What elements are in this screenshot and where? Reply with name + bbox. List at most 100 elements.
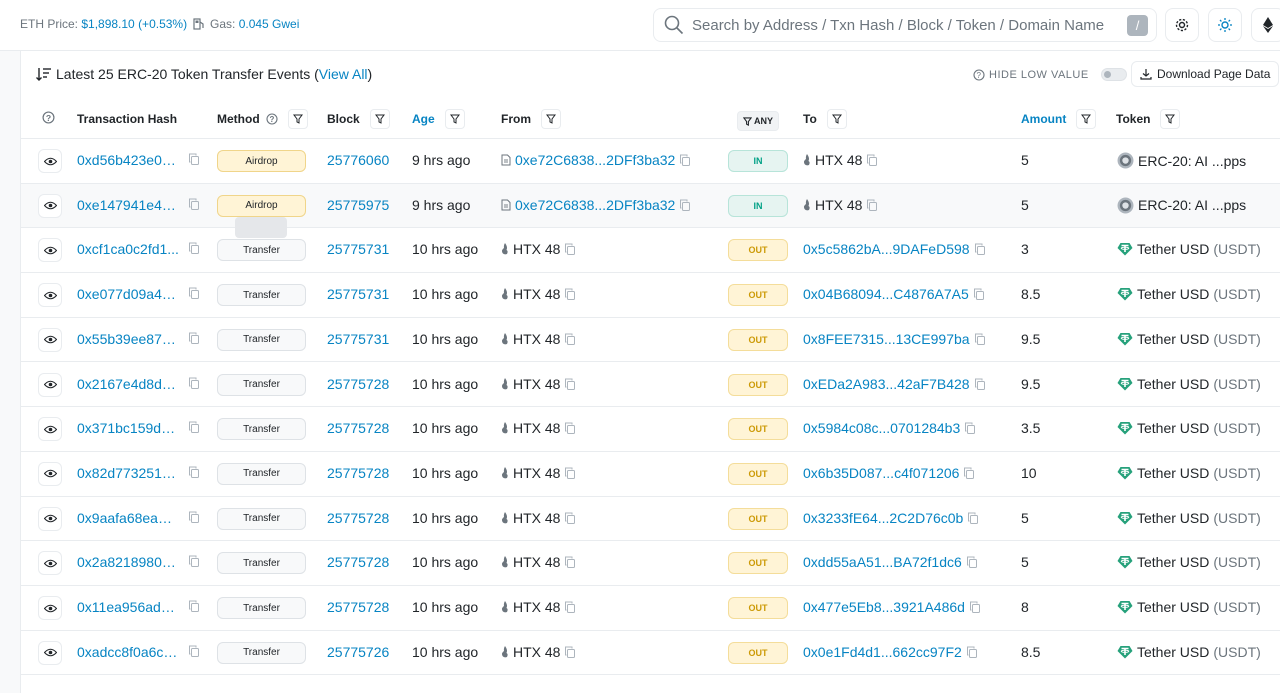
copy-icon[interactable] bbox=[564, 333, 576, 345]
copy-icon[interactable] bbox=[188, 242, 200, 255]
block-number[interactable]: 25775728 bbox=[327, 599, 389, 615]
to-address[interactable]: 0x8FEE7315...13CE997ba bbox=[803, 331, 970, 347]
to-filter-button[interactable] bbox=[826, 109, 847, 129]
copy-icon[interactable] bbox=[564, 288, 576, 301]
from-address[interactable]: HTX 48 bbox=[513, 286, 560, 302]
copy-icon[interactable] bbox=[967, 512, 979, 524]
copy-icon[interactable] bbox=[679, 154, 691, 166]
transaction-hash[interactable]: 0x9aafa68ea3e... bbox=[77, 510, 179, 526]
view-details-button[interactable] bbox=[38, 640, 62, 665]
to-address[interactable]: 0x5984c08c...0701284b3 bbox=[803, 420, 960, 436]
view-details-button[interactable] bbox=[38, 327, 62, 352]
view-details-button[interactable] bbox=[38, 372, 62, 397]
token-name[interactable]: Tether USD bbox=[1137, 286, 1209, 302]
copy-icon[interactable] bbox=[969, 601, 981, 613]
from-address[interactable]: HTX 48 bbox=[513, 510, 560, 526]
direction-filter-button[interactable]: ANY bbox=[737, 111, 780, 131]
transaction-hash[interactable]: 0x2a8218980e... bbox=[77, 554, 179, 570]
copy-icon[interactable] bbox=[974, 378, 986, 390]
token-name[interactable]: Tether USD bbox=[1137, 554, 1209, 570]
from-address[interactable]: HTX 48 bbox=[513, 376, 560, 392]
transaction-hash[interactable]: 0x11ea956ad9... bbox=[77, 599, 179, 615]
block-number[interactable]: 25775728 bbox=[327, 554, 389, 570]
age-filter-button[interactable] bbox=[444, 109, 465, 129]
copy-icon[interactable] bbox=[564, 467, 576, 479]
to-address[interactable]: 0x5c5862bA...9DAFeD598 bbox=[803, 241, 970, 257]
view-details-button[interactable] bbox=[38, 506, 62, 531]
token-name[interactable]: Tether USD bbox=[1137, 420, 1209, 436]
from-address[interactable]: HTX 48 bbox=[513, 599, 560, 615]
from-address[interactable]: HTX 48 bbox=[513, 644, 560, 660]
theme-toggle-button[interactable] bbox=[1208, 8, 1242, 42]
transaction-hash[interactable]: 0x371bc159d0... bbox=[77, 420, 179, 436]
block-number[interactable]: 25775731 bbox=[327, 331, 389, 347]
view-details-button[interactable] bbox=[38, 193, 62, 218]
view-details-button[interactable] bbox=[38, 551, 62, 576]
to-address[interactable]: 0x6b35D087...c4f071206 bbox=[803, 465, 959, 481]
copy-icon[interactable] bbox=[188, 600, 200, 612]
copy-icon[interactable] bbox=[866, 199, 878, 211]
view-details-button[interactable] bbox=[38, 238, 62, 263]
token-name[interactable]: Tether USD bbox=[1137, 644, 1209, 660]
from-address[interactable]: HTX 48 bbox=[513, 420, 560, 436]
settings-button[interactable] bbox=[1165, 8, 1199, 42]
block-filter-button[interactable] bbox=[369, 109, 390, 129]
copy-icon[interactable] bbox=[963, 467, 975, 479]
copy-icon[interactable] bbox=[564, 556, 576, 569]
column-age[interactable]: Age bbox=[412, 109, 465, 129]
transaction-hash[interactable]: 0xadcc8f0a6cb... bbox=[77, 644, 179, 660]
method-filter-button[interactable] bbox=[287, 109, 308, 129]
to-address[interactable]: 0xEDa2A983...42aF7B428 bbox=[803, 376, 970, 392]
block-number[interactable]: 25775728 bbox=[327, 420, 389, 436]
download-page-data-button[interactable]: Download Page Data bbox=[1131, 61, 1280, 87]
copy-icon[interactable] bbox=[964, 422, 976, 435]
copy-icon[interactable] bbox=[188, 332, 200, 344]
copy-icon[interactable] bbox=[188, 377, 200, 389]
token-name[interactable]: Tether USD bbox=[1137, 599, 1209, 615]
copy-icon[interactable] bbox=[188, 511, 200, 523]
copy-icon[interactable] bbox=[564, 422, 576, 435]
copy-icon[interactable] bbox=[188, 287, 200, 300]
view-details-button[interactable] bbox=[38, 417, 62, 442]
hide-low-value-toggle[interactable] bbox=[1100, 68, 1127, 81]
to-address[interactable]: 0xdd55aA51...BA72f1dc6 bbox=[803, 554, 962, 570]
copy-icon[interactable] bbox=[188, 421, 200, 434]
transaction-hash[interactable]: 0xcf1ca0c2fd1... bbox=[77, 241, 179, 257]
copy-icon[interactable] bbox=[564, 646, 576, 658]
token-name[interactable]: Tether USD bbox=[1137, 465, 1209, 481]
view-all-link[interactable]: View All bbox=[319, 66, 368, 82]
view-details-button[interactable] bbox=[38, 596, 62, 620]
to-address[interactable]: 0x04B68094...C4876A7A5 bbox=[803, 286, 969, 302]
copy-icon[interactable] bbox=[679, 199, 691, 211]
copy-icon[interactable] bbox=[564, 378, 576, 390]
block-number[interactable]: 25775975 bbox=[327, 197, 389, 213]
copy-icon[interactable] bbox=[188, 645, 200, 657]
from-address[interactable]: HTX 48 bbox=[513, 241, 560, 257]
to-address[interactable]: 0x0e1Fd4d1...662cc97F2 bbox=[803, 644, 962, 660]
token-name[interactable]: Tether USD bbox=[1137, 510, 1209, 526]
block-number[interactable]: 25776060 bbox=[327, 152, 389, 168]
copy-icon[interactable] bbox=[866, 154, 878, 166]
network-button[interactable] bbox=[1251, 8, 1280, 42]
help-header-icon[interactable]: ? bbox=[42, 111, 55, 124]
copy-icon[interactable] bbox=[974, 243, 986, 256]
block-number[interactable]: 25775728 bbox=[327, 376, 389, 392]
to-address[interactable]: HTX 48 bbox=[815, 197, 862, 213]
from-address[interactable]: 0xe72C6838...2DFf3ba32 bbox=[515, 152, 675, 168]
block-number[interactable]: 25775728 bbox=[327, 465, 389, 481]
transaction-hash[interactable]: 0xe147941e45... bbox=[77, 197, 179, 213]
copy-icon[interactable] bbox=[188, 198, 200, 210]
token-name[interactable]: Tether USD bbox=[1137, 331, 1209, 347]
token-name[interactable]: Tether USD bbox=[1137, 241, 1209, 257]
copy-icon[interactable] bbox=[973, 288, 985, 301]
from-address[interactable]: 0xe72C6838...2DFf3ba32 bbox=[515, 197, 675, 213]
token-filter-button[interactable] bbox=[1160, 109, 1181, 129]
copy-icon[interactable] bbox=[188, 466, 200, 478]
copy-icon[interactable] bbox=[564, 243, 576, 256]
transaction-hash[interactable]: 0xd56b423e03... bbox=[77, 152, 179, 168]
block-number[interactable]: 25775728 bbox=[327, 510, 389, 526]
copy-icon[interactable] bbox=[564, 601, 576, 613]
copy-icon[interactable] bbox=[564, 512, 576, 524]
token-name[interactable]: ERC-20: AI ...pps bbox=[1138, 153, 1246, 169]
view-details-button[interactable] bbox=[38, 149, 62, 173]
